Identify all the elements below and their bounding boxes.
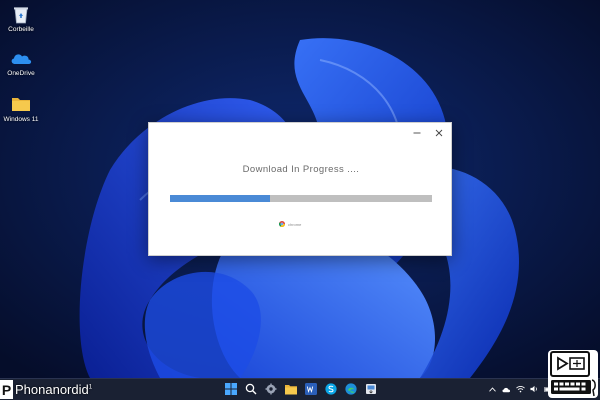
volume-icon[interactable] — [530, 384, 539, 394]
system-tray — [488, 384, 553, 394]
desktop-icon-label: Corbeille — [8, 26, 34, 33]
search-icon[interactable] — [244, 382, 258, 396]
cloud-icon[interactable] — [502, 384, 511, 394]
download-source-label: chrome — [288, 221, 302, 227]
start-icon[interactable] — [224, 382, 238, 396]
download-progress-fill — [170, 195, 270, 202]
chevron-up-icon[interactable] — [488, 384, 497, 394]
wifi-icon[interactable] — [516, 384, 525, 394]
chrome-icon — [279, 221, 285, 227]
file-explorer-icon[interactable] — [284, 382, 298, 396]
download-source: chrome — [279, 221, 301, 227]
dialog-titlebar — [411, 127, 445, 139]
watermark-sup: 1 — [88, 384, 93, 391]
folder-icon — [10, 94, 32, 114]
skype-icon[interactable] — [324, 382, 338, 396]
watermark-brand-text: Phonanordid1 — [15, 382, 92, 397]
download-dialog: Download In Progress .... chrome — [148, 122, 452, 256]
desktop-icon-onedrive[interactable]: OneDrive — [4, 48, 38, 77]
taskbar-pinned-apps — [224, 382, 378, 396]
watermark-brand-name: Phonanordid — [15, 382, 89, 397]
minimize-icon[interactable] — [411, 127, 423, 139]
desktop-icon-windows-11-folder[interactable]: Windows 11 — [4, 94, 38, 123]
computer-keyboard-logo — [548, 350, 598, 398]
onedrive-cloud-icon — [10, 48, 32, 68]
word-icon[interactable] — [304, 382, 318, 396]
installer-icon[interactable] — [364, 382, 378, 396]
watermark-logo-letter: P — [0, 380, 13, 399]
desktop-icon-label: Windows 11 — [3, 116, 39, 123]
recycle-bin-icon — [10, 4, 32, 24]
edge-icon[interactable] — [344, 382, 358, 396]
desktop-icon-recycle-bin[interactable]: Corbeille — [4, 4, 38, 33]
close-icon[interactable] — [433, 127, 445, 139]
settings-icon[interactable] — [264, 382, 278, 396]
phonandroid-watermark: P Phonanordid1 — [0, 379, 92, 400]
download-progress-bar — [170, 195, 432, 202]
desktop-icon-label: OneDrive — [7, 70, 35, 77]
download-status-text: Download In Progress .... — [242, 164, 360, 175]
